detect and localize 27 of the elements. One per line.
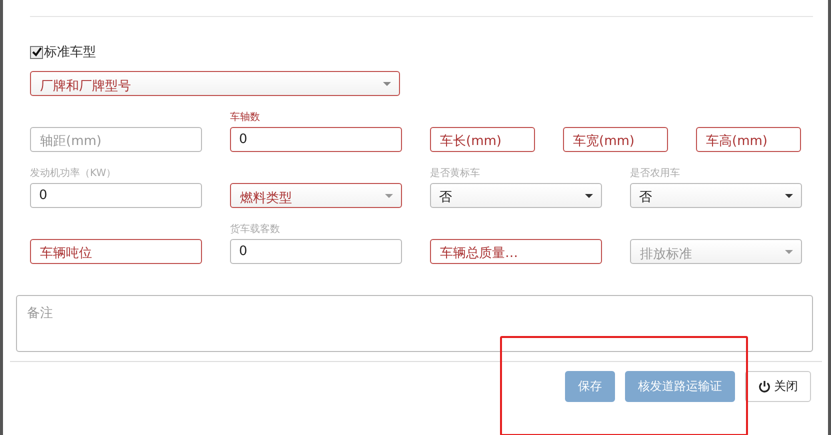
field-label: 货车载客数 [230,222,280,236]
close-button[interactable]: 关闭 [745,371,811,402]
power-icon [758,380,771,393]
input-field[interactable]: 车长(mm) [430,127,535,152]
field-label: 是否农用车 [630,166,680,180]
caret-icon [585,194,593,198]
checkbox[interactable] [30,46,43,58]
caret-icon [785,250,793,254]
input-field[interactable]: 0 [230,239,402,264]
field-label: 发动机功率（KW） [30,166,116,180]
caret-icon [383,82,391,86]
checkbox-label: 标准车型 [44,44,96,61]
caret-icon [785,194,793,198]
select-field[interactable]: 否 [630,183,802,208]
select-field[interactable]: 燃料类型 [230,183,402,208]
input-field[interactable]: 车高(mm) [696,127,801,152]
check-icon [32,47,42,57]
input-field[interactable]: 0 [230,127,402,152]
input-field[interactable]: 车宽(mm) [563,127,668,152]
field-label: 是否黄标车 [430,166,480,180]
select-field[interactable]: 否 [430,183,602,208]
caret-icon [385,194,393,198]
input-field[interactable]: 车辆吨位 [30,239,202,264]
brand-select[interactable]: 厂牌和厂牌型号 [30,71,400,96]
input-field[interactable]: 0 [30,183,202,208]
input-field[interactable]: 车辆总质量… [430,239,602,264]
field-label: 车轴数 [230,110,260,124]
